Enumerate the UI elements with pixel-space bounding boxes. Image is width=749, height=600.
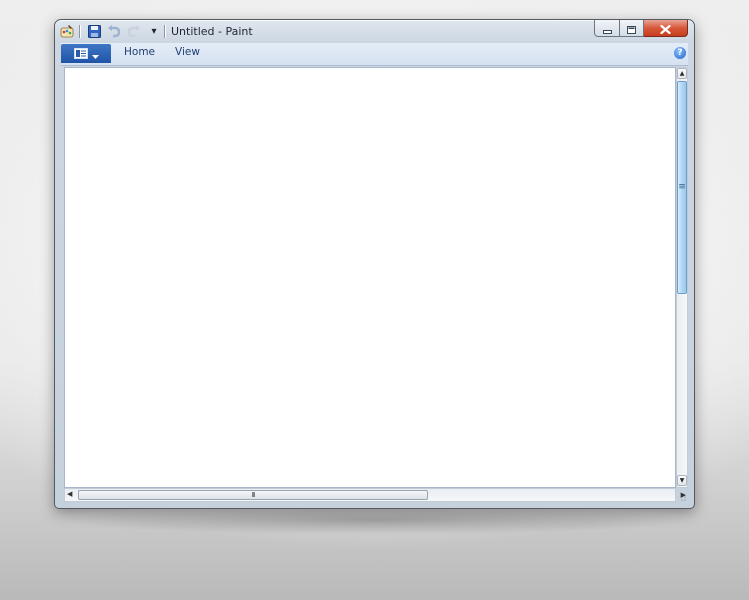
scroll-left-button[interactable]: ◀ xyxy=(67,490,72,498)
minimize-button[interactable] xyxy=(594,20,620,37)
scroll-up-button[interactable]: ▲ xyxy=(677,68,687,79)
minimize-icon xyxy=(602,19,612,38)
undo-icon[interactable] xyxy=(107,24,121,38)
redo-icon[interactable] xyxy=(127,24,141,38)
vertical-grip-icon: ≡ xyxy=(678,182,686,192)
close-button[interactable] xyxy=(644,20,688,37)
drawing-canvas[interactable] xyxy=(64,67,676,488)
horizontal-scrollbar[interactable]: ◀ III ▶ xyxy=(64,488,686,502)
ribbon-tab-bar: Home View ? xyxy=(61,43,688,66)
maximize-icon xyxy=(627,19,636,38)
scroll-down-button[interactable]: ▼ xyxy=(677,475,687,486)
close-icon xyxy=(660,19,671,38)
title-separator xyxy=(164,25,166,38)
paint-menu-button[interactable] xyxy=(61,44,111,63)
customize-toolbar-icon[interactable]: ▾ xyxy=(147,24,161,38)
quick-access-separator xyxy=(79,25,81,38)
maximize-button[interactable] xyxy=(620,20,644,37)
tab-view[interactable]: View xyxy=(175,46,200,58)
vertical-scroll-thumb[interactable]: ≡ xyxy=(677,81,687,294)
save-icon[interactable] xyxy=(87,24,101,38)
paint-menu-icon xyxy=(73,44,88,63)
chevron-down-icon xyxy=(91,44,99,63)
window-title: Untitled - Paint xyxy=(171,25,253,38)
window-controls xyxy=(594,20,688,38)
paint-window: ▾ Untitled - Paint Home View ? ▲ ≡ ▼ ◀ I… xyxy=(54,19,695,509)
title-bar[interactable]: ▾ Untitled - Paint xyxy=(55,20,694,44)
help-icon[interactable]: ? xyxy=(674,47,686,59)
paint-app-icon[interactable] xyxy=(60,24,74,38)
window-shadow xyxy=(60,505,690,535)
horizontal-grip-icon: III xyxy=(251,490,255,499)
vertical-scrollbar[interactable]: ▲ ≡ ▼ xyxy=(676,67,688,488)
tab-home[interactable]: Home xyxy=(124,46,155,58)
resize-grip[interactable] xyxy=(676,488,688,502)
horizontal-scroll-thumb[interactable]: III xyxy=(78,490,428,500)
